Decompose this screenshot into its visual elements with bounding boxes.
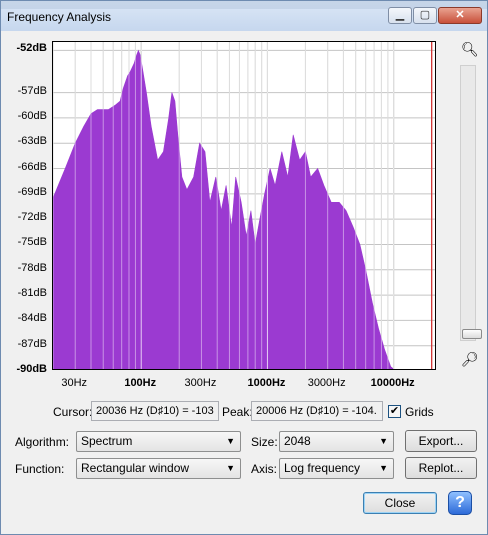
y-tick-label: -78dB bbox=[17, 261, 47, 274]
function-select[interactable]: Rectangular window ▼ bbox=[76, 458, 241, 479]
x-tick-label: 30Hz bbox=[61, 377, 88, 389]
x-tick-label: 300Hz bbox=[184, 377, 217, 389]
y-tick-label: -84dB bbox=[17, 312, 47, 325]
maximize-button[interactable]: ▢ bbox=[413, 7, 437, 24]
size-label: Size: bbox=[251, 435, 278, 449]
frequency-analysis-window: Frequency Analysis ▁ ▢ ✕ -52dB -57dB -60dB… bbox=[0, 0, 488, 535]
chevron-down-icon: ▼ bbox=[226, 436, 235, 446]
spectrum-area bbox=[53, 49, 395, 369]
cursor-label: Cursor: bbox=[53, 405, 93, 419]
size-value: 2048 bbox=[284, 434, 311, 448]
spectrum-svg bbox=[53, 42, 435, 369]
x-tick-label: 100Hz bbox=[124, 377, 157, 389]
y-tick-label: -81dB bbox=[17, 287, 47, 300]
axis-select[interactable]: Log frequency ▼ bbox=[279, 458, 394, 479]
y-tick-label: -90dB bbox=[16, 363, 47, 375]
vertical-zoom-slider-thumb[interactable] bbox=[462, 329, 482, 339]
function-value: Rectangular window bbox=[81, 461, 190, 475]
close-button[interactable]: Close bbox=[363, 492, 437, 514]
export-button[interactable]: Export... bbox=[405, 430, 477, 452]
y-tick-label: -57dB bbox=[17, 84, 47, 97]
title-bar[interactable]: Frequency Analysis ▁ ▢ ✕ bbox=[1, 1, 487, 31]
zoom-in-icon[interactable]: 🔍︎ bbox=[461, 41, 479, 57]
y-tick-label: -75dB bbox=[17, 236, 47, 249]
size-select[interactable]: 2048 ▼ bbox=[279, 431, 394, 452]
axis-label: Axis: bbox=[251, 462, 278, 476]
chevron-down-icon: ▼ bbox=[379, 436, 388, 446]
peak-value: 20006 Hz (D♯10) = -104. bbox=[251, 401, 383, 421]
cursor-value: 20036 Hz (D♯10) = -103 bbox=[91, 401, 219, 421]
y-tick-label: -63dB bbox=[17, 135, 47, 148]
x-tick-label: 1000Hz bbox=[247, 377, 286, 389]
x-tick-label: 10000Hz bbox=[370, 377, 415, 389]
window-title: Frequency Analysis bbox=[7, 10, 112, 24]
grids-checkbox[interactable]: ✔ bbox=[388, 405, 401, 418]
chevron-down-icon: ▼ bbox=[226, 463, 235, 473]
replot-button[interactable]: Replot... bbox=[405, 457, 477, 479]
spectrum-plot[interactable] bbox=[52, 41, 436, 370]
grids-label: Grids bbox=[405, 405, 434, 419]
algorithm-label: Algorithm: bbox=[15, 435, 70, 449]
y-tick-label: -69dB bbox=[17, 185, 47, 198]
chevron-down-icon: ▼ bbox=[379, 463, 388, 473]
algorithm-select[interactable]: Spectrum ▼ bbox=[76, 431, 241, 452]
close-window-button[interactable]: ✕ bbox=[438, 7, 482, 24]
zoom-out-icon[interactable]: 🔎︎ bbox=[461, 351, 479, 367]
minimize-button[interactable]: ▁ bbox=[388, 7, 412, 24]
function-label: Function: bbox=[15, 462, 65, 476]
help-button[interactable]: ? bbox=[448, 491, 472, 515]
axis-value: Log frequency bbox=[284, 461, 361, 475]
y-tick-label: -87dB bbox=[17, 337, 47, 350]
y-tick-label: -52dB bbox=[16, 42, 47, 55]
y-tick-label: -72dB bbox=[17, 211, 47, 224]
x-tick-label: 3000Hz bbox=[307, 377, 346, 389]
y-tick-label: -66dB bbox=[17, 160, 47, 173]
vertical-zoom-slider-track[interactable] bbox=[460, 65, 476, 341]
algorithm-value: Spectrum bbox=[81, 434, 133, 448]
peak-label: Peak: bbox=[222, 405, 253, 419]
y-tick-label: -60dB bbox=[17, 109, 47, 122]
